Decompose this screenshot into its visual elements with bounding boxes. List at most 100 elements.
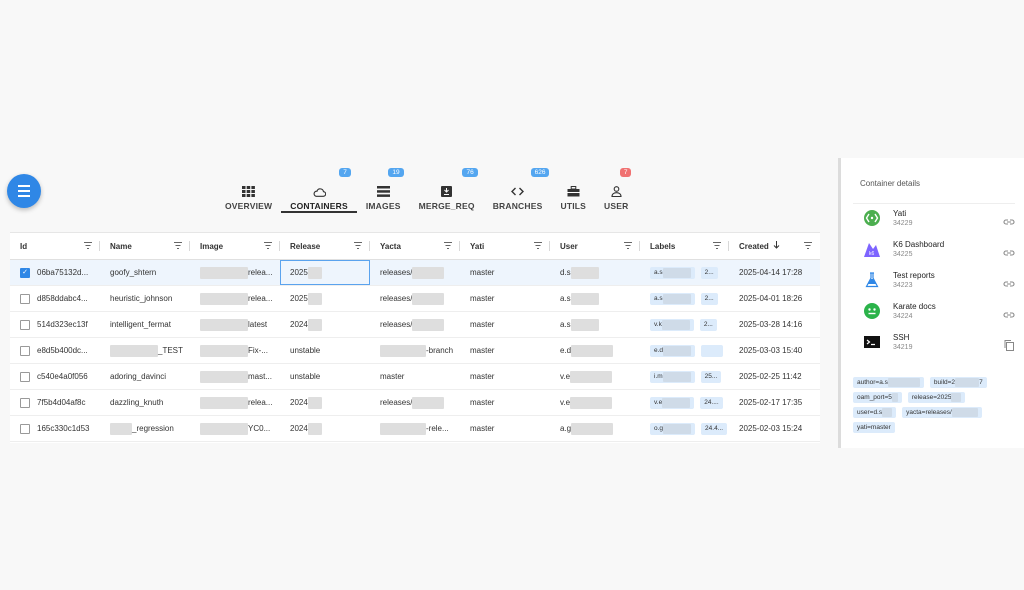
- label-chip[interactable]: 24....: [700, 396, 723, 409]
- cell-text: releases/: [380, 268, 413, 277]
- label-chip[interactable]: 25...: [700, 370, 722, 383]
- table-row[interactable]: 165c330c1d53 _regression YC0... 2024 -rele..…: [10, 416, 820, 442]
- tab-images[interactable]: IMAGES 19: [357, 167, 410, 211]
- service-info: K6 Dashboard 34225: [893, 235, 944, 258]
- link-icon[interactable]: [1003, 276, 1015, 287]
- filter-icon[interactable]: [624, 242, 632, 249]
- service-item-karate-docs[interactable]: Karate docs 34224: [841, 297, 1024, 328]
- table-row[interactable]: d858ddabc4... heuristic_johnson relea... 20…: [10, 286, 820, 312]
- row-checkbox[interactable]: [20, 319, 30, 330]
- cell-text: 2025: [290, 294, 308, 303]
- chip-text: v.k: [654, 321, 662, 328]
- label-chip[interactable]: 2...: [700, 266, 718, 279]
- service-name: Yati: [893, 209, 907, 218]
- row-checkbox[interactable]: ✓: [20, 267, 30, 278]
- chip-text: 24....: [704, 399, 719, 406]
- cell-release[interactable]: 2025: [280, 260, 370, 285]
- cell-text: master: [470, 294, 495, 303]
- grid-icon: [242, 184, 256, 197]
- tab-containers[interactable]: CONTAINERS 7: [281, 167, 357, 213]
- table-row[interactable]: 7f5b4d04af8c dazzling_knuth relea... 2024 re…: [10, 390, 820, 416]
- cell-yacta: -branch: [370, 338, 460, 363]
- label-tag[interactable]: yati=master: [853, 422, 895, 433]
- column-header-name[interactable]: Name: [100, 233, 190, 259]
- service-item-k6-dashboard[interactable]: k6 K6 Dashboard 34225: [841, 235, 1024, 266]
- label-chip[interactable]: v.k: [650, 318, 694, 331]
- filter-icon[interactable]: [713, 242, 721, 249]
- column-header-user[interactable]: User: [550, 233, 640, 259]
- redacted-text: [882, 408, 893, 417]
- label-chip[interactable]: [701, 344, 723, 357]
- label-chip[interactable]: a.s: [650, 266, 695, 279]
- chip-text: 2...: [704, 295, 714, 302]
- filter-icon[interactable]: [84, 242, 92, 249]
- sort-arrow-icon[interactable]: [769, 241, 780, 251]
- cell-text: a.s: [560, 294, 571, 303]
- service-item-yati[interactable]: Yati 34229: [841, 204, 1024, 235]
- filter-icon[interactable]: [444, 242, 452, 249]
- row-checkbox[interactable]: [20, 397, 30, 408]
- table-row[interactable]: e8d5b400dc... _TEST Fix-... unstable -branch…: [10, 338, 820, 364]
- table-row[interactable]: 514d323ec13f intelligent_fermat latest 2024…: [10, 312, 820, 338]
- cell-user: a.s: [550, 286, 640, 311]
- row-checkbox[interactable]: [20, 345, 30, 356]
- label-tag[interactable]: build=2 7: [929, 377, 987, 388]
- label-chip[interactable]: a.s: [650, 292, 695, 305]
- link-icon[interactable]: [1003, 245, 1015, 256]
- row-checkbox[interactable]: [20, 423, 30, 434]
- label-chip[interactable]: i.m: [650, 370, 695, 383]
- cell-release: unstable: [280, 338, 370, 363]
- cell-labels: o.g 24.4...: [640, 416, 729, 441]
- label-tag[interactable]: release=2025: [907, 392, 966, 403]
- cell-text: 2025-02-17 17:35: [739, 398, 803, 407]
- tab-count-badge: 626: [530, 168, 550, 177]
- label-chip[interactable]: v.e: [650, 396, 695, 409]
- tab-overview[interactable]: OVERVIEW: [216, 167, 281, 211]
- table-row[interactable]: c540e4a0f056 adoring_davinci mast... unstab…: [10, 364, 820, 390]
- cell-created: 2025-02-03 15:24: [729, 416, 820, 441]
- column-label: User: [560, 241, 578, 251]
- link-icon[interactable]: [1003, 214, 1015, 225]
- filter-icon[interactable]: [534, 242, 542, 249]
- label-chip[interactable]: 24.4...: [701, 422, 728, 435]
- filter-icon[interactable]: [174, 242, 182, 249]
- column-header-id[interactable]: Id: [10, 233, 100, 259]
- column-header-created[interactable]: Created: [729, 233, 820, 259]
- tab-user[interactable]: USER 7: [595, 167, 637, 211]
- column-header-labels[interactable]: Labels: [640, 233, 729, 259]
- tab-branches[interactable]: BRANCHES 626: [484, 167, 552, 211]
- tab-count-badge: 7: [619, 168, 632, 177]
- link-icon[interactable]: [1003, 307, 1015, 318]
- copy-icon[interactable]: [1003, 338, 1015, 351]
- label-tag[interactable]: yacta=releases/: [902, 407, 982, 418]
- label-tag[interactable]: author=a.s: [853, 377, 924, 388]
- filter-icon[interactable]: [354, 242, 362, 249]
- cell-yacta: master: [370, 364, 460, 389]
- tab-utils[interactable]: UTILS: [551, 167, 595, 211]
- cell-created: 2025-04-01 18:26: [729, 286, 820, 311]
- redacted-text: [951, 408, 978, 417]
- column-header-yacta[interactable]: Yacta: [370, 233, 460, 259]
- service-item-ssh[interactable]: SSH 34219: [841, 328, 1024, 359]
- label-chip[interactable]: 2...: [700, 292, 718, 305]
- column-header-release[interactable]: Release: [280, 233, 370, 259]
- filter-icon[interactable]: [264, 242, 272, 249]
- menu-button[interactable]: [7, 174, 41, 208]
- tab-merge-req[interactable]: MERGE_REQ 76: [410, 167, 484, 211]
- label-tag[interactable]: user=d.s: [853, 407, 897, 418]
- label-chip[interactable]: o.g: [650, 422, 696, 435]
- row-checkbox[interactable]: [20, 293, 30, 304]
- cell-user: v.e: [550, 390, 640, 415]
- label-tag[interactable]: oam_port=5: [853, 392, 902, 403]
- table-row[interactable]: ✓ 06ba75132d... goofy_shtern relea... 2025 re…: [10, 260, 820, 286]
- redacted-text: [570, 266, 599, 279]
- label-chip[interactable]: 2...: [699, 318, 717, 331]
- cell-yacta: releases/: [370, 312, 460, 337]
- column-header-yati[interactable]: Yati: [460, 233, 550, 259]
- filter-icon[interactable]: [804, 242, 812, 249]
- label-chip[interactable]: e.d: [650, 344, 696, 357]
- row-checkbox[interactable]: [20, 371, 30, 382]
- column-header-image[interactable]: Image: [190, 233, 280, 259]
- service-port: 34219: [893, 344, 913, 351]
- service-item-test-reports[interactable]: Test reports 34223: [841, 266, 1024, 297]
